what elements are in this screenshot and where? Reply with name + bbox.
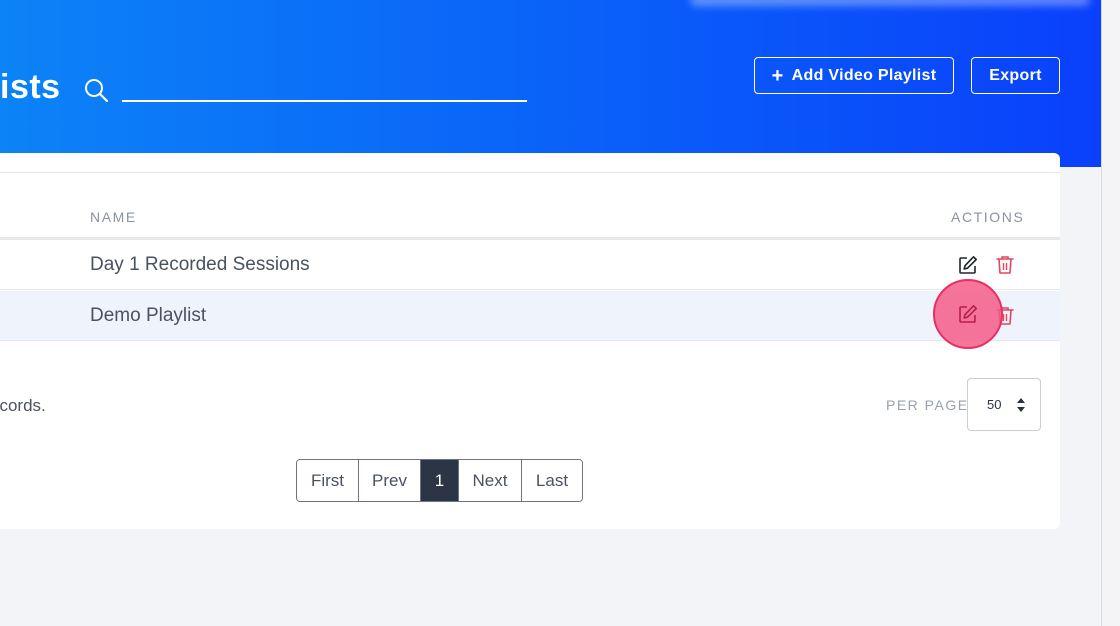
records-summary: ecords.	[0, 396, 46, 415]
pagination-last-button[interactable]: Last	[522, 460, 582, 501]
pagination: First Prev 1 Next Last	[296, 459, 583, 502]
per-page-select[interactable]: 50	[967, 378, 1041, 431]
plus-icon: +	[771, 64, 784, 87]
column-header-actions: ACTIONS	[951, 209, 1025, 225]
edit-icon[interactable]	[958, 304, 978, 324]
page-title: ists	[0, 68, 61, 106]
search-input[interactable]	[122, 72, 527, 102]
column-header-name[interactable]: NAME	[90, 209, 137, 225]
header-glow	[690, 0, 1090, 6]
per-page-value: 50	[987, 397, 1002, 412]
add-video-playlist-button[interactable]: + Add Video Playlist	[754, 57, 954, 94]
page-header: ists + Add Video Playlist Export	[0, 0, 1101, 167]
export-button[interactable]: Export	[971, 57, 1060, 94]
pagination-current-page[interactable]: 1	[421, 460, 459, 501]
scrollbar-edge	[1101, 0, 1102, 626]
playlist-name: Day 1 Recorded Sessions	[90, 254, 310, 275]
table-row[interactable]: Demo Playlist	[0, 291, 1060, 341]
pagination-first-button[interactable]: First	[297, 460, 359, 501]
edit-icon[interactable]	[958, 255, 978, 275]
sort-arrows-icon	[1017, 398, 1025, 412]
table-row[interactable]: Day 1 Recorded Sessions	[0, 240, 1060, 290]
pagination-next-button[interactable]: Next	[459, 460, 522, 501]
scrollbar-track[interactable]	[1101, 0, 1120, 626]
card-divider	[0, 172, 1060, 173]
per-page-label: PER PAGE	[886, 397, 969, 413]
export-label: Export	[989, 66, 1042, 84]
playlist-table-card: NAME ACTIONS Day 1 Recorded Sessions Dem…	[0, 153, 1060, 529]
search-icon[interactable]	[83, 77, 109, 103]
add-video-playlist-label: Add Video Playlist	[791, 66, 937, 84]
pagination-prev-button[interactable]: Prev	[359, 460, 421, 501]
playlist-name: Demo Playlist	[90, 305, 207, 326]
delete-icon[interactable]	[996, 255, 1014, 275]
